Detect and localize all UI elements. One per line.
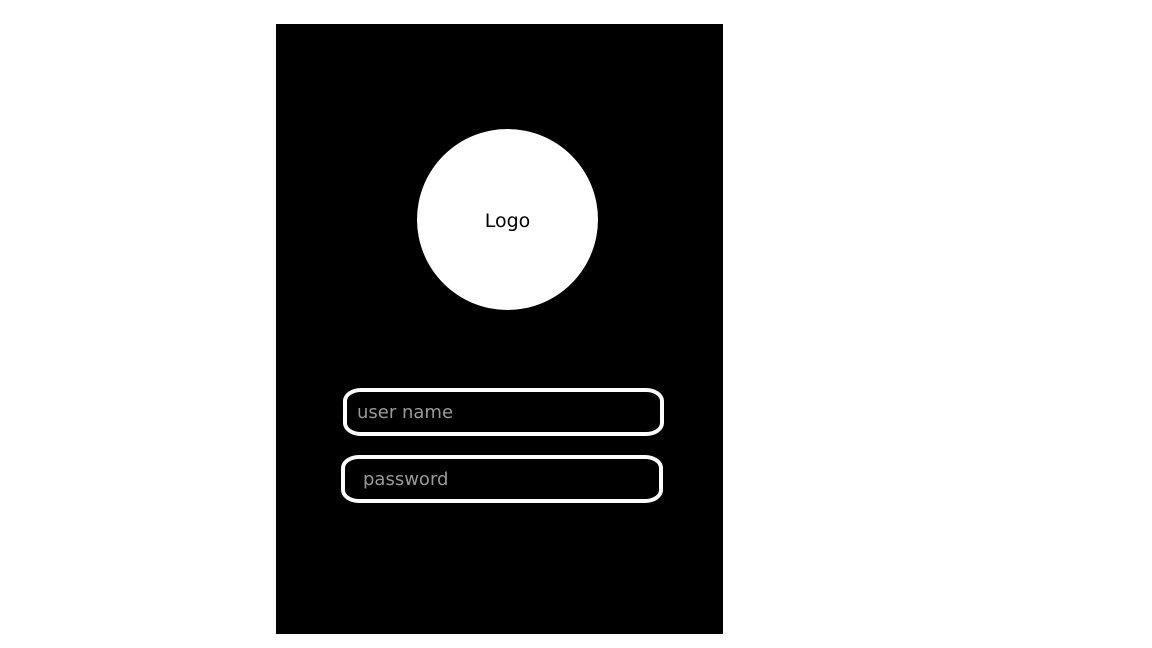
- username-field-container: [343, 388, 664, 436]
- logo: Logo: [417, 129, 598, 310]
- username-input[interactable]: [347, 392, 660, 432]
- password-input[interactable]: [345, 459, 659, 499]
- page: Logo: [0, 0, 1152, 648]
- logo-text: Logo: [484, 209, 531, 232]
- password-field-container: [341, 455, 663, 503]
- login-panel: Logo: [276, 24, 723, 634]
